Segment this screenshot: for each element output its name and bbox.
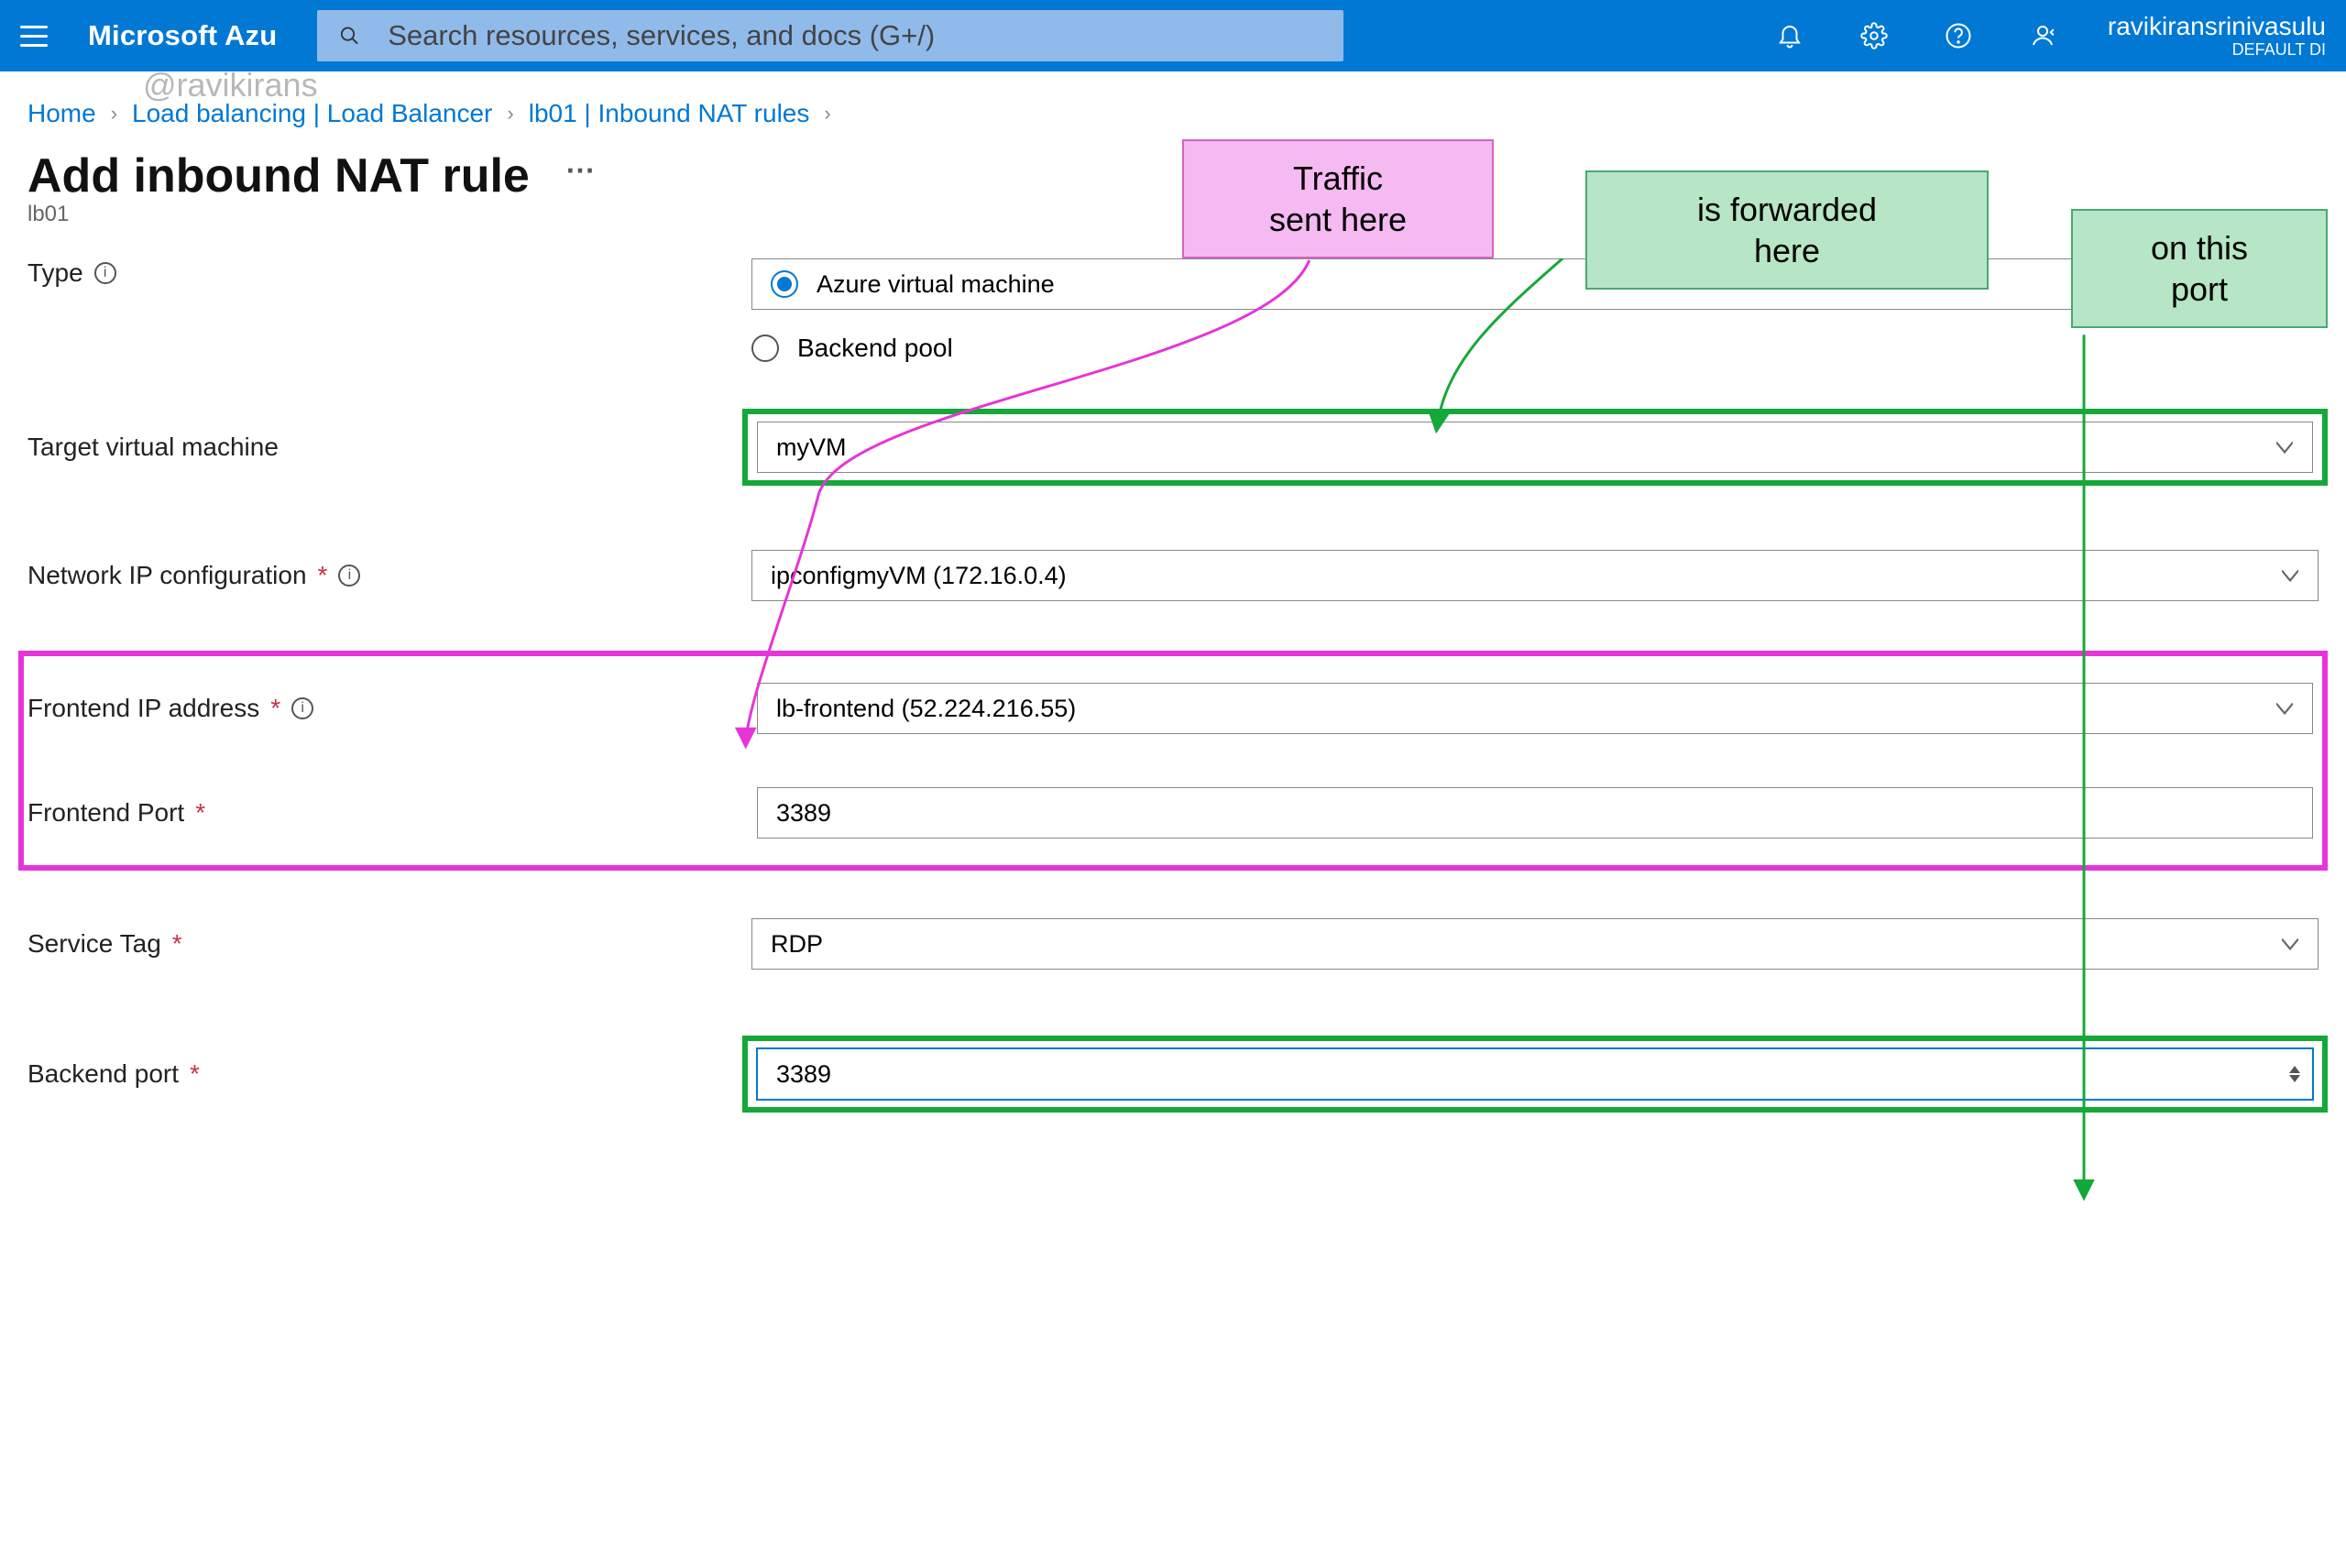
chevron-right-icon: › xyxy=(111,102,117,126)
search-input[interactable] xyxy=(388,19,1321,52)
callout-on-port: on this port xyxy=(2071,209,2328,328)
field-row-frontend-ip: Frontend IP address* i lb-frontend (52.2… xyxy=(33,669,2313,748)
service-tag-label: Service Tag* xyxy=(27,929,751,959)
brand-label: Microsoft Azu xyxy=(88,19,277,52)
type-label: Type i xyxy=(27,258,751,288)
breadcrumb-item[interactable]: Home xyxy=(27,99,96,128)
backend-port-highlight: 3389 xyxy=(751,1045,2319,1103)
account-directory: DEFAULT DI xyxy=(2108,41,2326,60)
frontend-ip-label: Frontend IP address* i xyxy=(27,694,757,723)
target-vm-select[interactable]: myVM xyxy=(757,422,2313,473)
azure-topbar: Microsoft Azu ravikiransrinivasulu DEFAU… xyxy=(0,0,2346,71)
backend-port-label: Backend port* xyxy=(27,1059,751,1089)
account-name: ravikiransrinivasulu xyxy=(2108,13,2326,41)
service-tag-select[interactable]: RDP xyxy=(751,918,2319,970)
chevron-right-icon: › xyxy=(824,102,830,126)
field-row-target-vm: Target virtual machine myVM xyxy=(27,400,2319,495)
info-icon[interactable]: i xyxy=(94,262,116,284)
select-value: ipconfigmyVM (172.16.0.4) xyxy=(771,562,1067,590)
input-value: 3389 xyxy=(776,1060,831,1089)
frontend-ip-select[interactable]: lb-frontend (52.224.216.55) xyxy=(757,683,2313,734)
frontend-port-input[interactable]: 3389 xyxy=(757,787,2313,839)
radio-label: Backend pool xyxy=(797,334,953,363)
field-row-backend-port: Backend port* 3389 xyxy=(27,1026,2319,1122)
chevron-right-icon: › xyxy=(507,102,513,126)
info-icon[interactable]: i xyxy=(338,565,360,587)
chevron-down-icon xyxy=(2276,439,2293,455)
backend-port-input[interactable]: 3389 xyxy=(757,1048,2313,1100)
info-icon[interactable]: i xyxy=(291,697,313,719)
chevron-down-icon xyxy=(2282,936,2298,952)
breadcrumb: Home › Load balancing | Load Balancer › … xyxy=(27,99,2319,128)
account-block[interactable]: ravikiransrinivasulu DEFAULT DI xyxy=(2108,13,2326,60)
menu-icon[interactable] xyxy=(20,17,57,54)
select-value: myVM xyxy=(776,433,847,462)
frontend-port-label: Frontend Port* xyxy=(27,798,757,828)
page-body: @ravikirans Home › Load balancing | Load… xyxy=(0,71,2346,1122)
input-value: 3389 xyxy=(776,799,831,828)
breadcrumb-item[interactable]: Load balancing | Load Balancer xyxy=(132,99,492,128)
target-vm-highlight: myVM xyxy=(751,418,2319,477)
network-ip-select[interactable]: ipconfigmyVM (172.16.0.4) xyxy=(751,550,2319,601)
global-search[interactable] xyxy=(317,10,1343,61)
chevron-down-icon xyxy=(2282,567,2298,584)
topbar-right-icons xyxy=(1776,22,2056,49)
callout-forwarded: is forwarded here xyxy=(1585,170,1989,290)
field-row-frontend-port: Frontend Port* 3389 xyxy=(33,773,2313,852)
more-icon[interactable]: ··· xyxy=(566,154,596,188)
search-icon xyxy=(339,25,360,47)
bell-icon[interactable] xyxy=(1776,22,1803,49)
select-value: lb-frontend (52.224.216.55) xyxy=(776,695,1076,723)
network-ip-label: Network IP configuration* i xyxy=(27,561,751,590)
select-value: RDP xyxy=(771,930,823,959)
callout-traffic-sent: Traffic sent here xyxy=(1182,139,1494,258)
breadcrumb-item[interactable]: lb01 | Inbound NAT rules xyxy=(529,99,810,128)
frontend-highlight: Frontend IP address* i lb-frontend (52.2… xyxy=(27,660,2319,861)
feedback-icon[interactable] xyxy=(2029,22,2056,49)
gear-icon[interactable] xyxy=(1860,22,1888,49)
help-icon[interactable] xyxy=(1945,22,1972,49)
radio-label: Azure virtual machine xyxy=(817,270,1055,299)
target-vm-label: Target virtual machine xyxy=(27,433,751,462)
number-spinner[interactable] xyxy=(2289,1066,2300,1082)
field-row-service-tag: Service Tag* RDP xyxy=(27,896,2319,992)
chevron-down-icon xyxy=(2276,700,2293,717)
type-option-backend-pool[interactable]: Backend pool xyxy=(751,334,2319,363)
field-row-network-ip: Network IP configuration* i ipconfigmyVM… xyxy=(27,528,2319,623)
nat-rule-form: Traffic sent here is forwarded here on t… xyxy=(27,258,2319,1122)
